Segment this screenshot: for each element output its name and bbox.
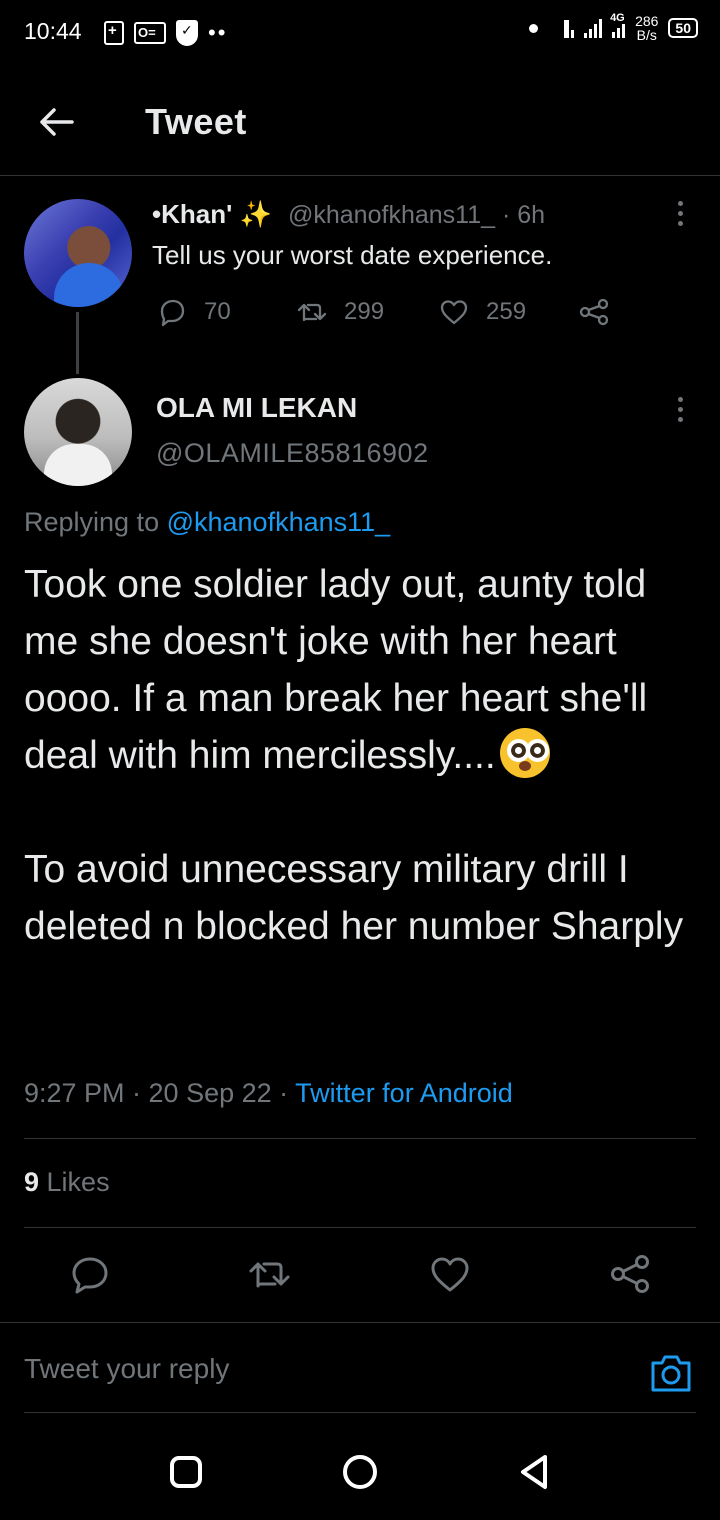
page-title: Tweet: [145, 101, 247, 142]
back-icon[interactable]: [514, 1452, 554, 1492]
tweet-body: Took one soldier lady out, aunty told me…: [24, 556, 704, 955]
notification-dot-icon: [529, 23, 539, 33]
network-speed-unit: B/s: [636, 27, 657, 43]
tweet-action-bar: [0, 1252, 720, 1300]
shield-icon: [176, 20, 198, 46]
avatar-khan[interactable]: [24, 199, 132, 307]
flushed-face-emoji-icon: [499, 728, 550, 778]
heart-icon[interactable]: [428, 1252, 472, 1296]
status-system-icons: 4G 286 B/s 50: [529, 12, 698, 42]
system-navigation-bar: [0, 1414, 720, 1520]
signal-4g-icon: 4G: [610, 12, 626, 38]
tweet-source-link[interactable]: Twitter for Android: [295, 1078, 513, 1108]
parent-share-button[interactable]: [578, 296, 610, 328]
camera-icon[interactable]: [650, 1353, 692, 1393]
likes-label: Likes: [39, 1167, 110, 1197]
reply-more-icon[interactable]: [674, 397, 686, 427]
reply-icon[interactable]: [68, 1252, 112, 1296]
reply-display-name[interactable]: OLA MI LEKAN: [156, 392, 357, 424]
tweet-paragraph-2: To avoid unnecessary military drill I de…: [24, 848, 684, 948]
heart-icon: [440, 300, 468, 325]
likes-summary[interactable]: 9 Likes: [24, 1167, 110, 1198]
network-speed-value: 286: [635, 13, 659, 29]
more-notifications-icon: ••: [208, 20, 228, 45]
reply-icon: [160, 299, 185, 327]
sparkles-icon: ✨: [239, 199, 272, 229]
parent-reply-button[interactable]: 70: [156, 296, 231, 328]
reply-handle[interactable]: @OLAMILE85816902: [156, 438, 429, 469]
like-count: 259: [486, 298, 527, 325]
app-header: Tweet: [0, 64, 720, 176]
parent-display-name-text: •Khan': [152, 199, 233, 229]
reply-count: 70: [204, 298, 231, 325]
replying-to-handle-link[interactable]: @khanofkhans11_: [167, 507, 391, 537]
tweet-paragraph-1-text: Took one soldier lady out, aunty told me…: [24, 563, 648, 777]
tweet-paragraph-1: Took one soldier lady out, aunty told me…: [24, 556, 704, 784]
status-time: 10:44: [24, 18, 82, 44]
retweet-icon: [297, 303, 327, 322]
parent-like-button[interactable]: 259: [438, 296, 526, 328]
tweet-timestamp: 9:27 PM · 20 Sep 22 ·: [24, 1078, 296, 1108]
home-icon[interactable]: [340, 1452, 380, 1492]
parent-display-name[interactable]: •Khan' ✨: [152, 199, 272, 230]
reply-underline: [24, 1412, 696, 1413]
replying-to-label: Replying to: [24, 507, 167, 537]
replying-to: Replying to @khanofkhans11_: [24, 507, 390, 538]
status-notification-icons: ••: [104, 20, 227, 46]
signal-icon: [584, 18, 603, 38]
divider: [24, 1227, 696, 1228]
battery-icon: 50: [668, 18, 698, 38]
parent-action-bar: 70 299 259: [156, 296, 626, 332]
network-speed: 286 B/s: [635, 14, 658, 42]
retweet-icon[interactable]: [248, 1252, 292, 1296]
vibrate-icon: [564, 18, 575, 38]
back-arrow-icon[interactable]: [36, 102, 76, 142]
parent-more-icon[interactable]: [674, 201, 686, 231]
status-bar: 10:44 •• 4G 286 B/s 50: [0, 0, 720, 64]
retweet-count: 299: [344, 298, 385, 325]
reply-composer: [0, 1322, 720, 1414]
thread-connector-line: [76, 312, 79, 374]
share-icon: [579, 298, 609, 326]
avatar-olamilekan[interactable]: [24, 378, 132, 486]
battery-saver-icon: [104, 21, 124, 45]
tweet-meta: 9:27 PM · 20 Sep 22 · Twitter for Androi…: [24, 1078, 513, 1109]
parent-tweet-text[interactable]: Tell us your worst date experience.: [152, 240, 552, 271]
divider: [24, 1138, 696, 1139]
likes-count: 9: [24, 1167, 40, 1197]
reply-input[interactable]: [24, 1345, 624, 1393]
share-icon[interactable]: [608, 1252, 652, 1296]
message-icon: [134, 22, 166, 44]
recent-apps-icon[interactable]: [166, 1452, 206, 1492]
parent-retweet-button[interactable]: 299: [296, 296, 384, 328]
parent-handle-time[interactable]: @khanofkhans11_ · 6h: [288, 201, 545, 230]
